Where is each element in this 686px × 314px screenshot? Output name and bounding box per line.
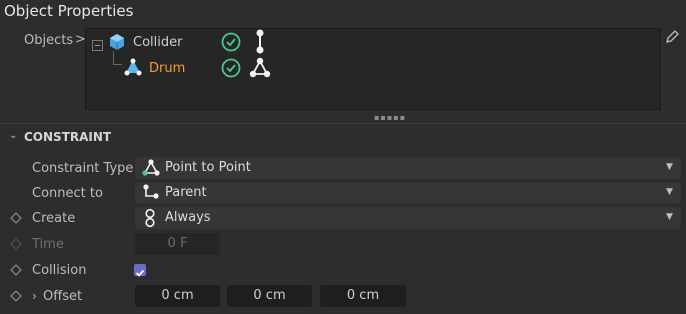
checkmark-icon — [135, 269, 145, 277]
create-value: Always — [165, 210, 211, 225]
chevron-down-icon: ▼ — [666, 187, 673, 197]
objects-label: Objects — [24, 33, 74, 48]
keyframe-diamond-icon — [10, 238, 22, 250]
point-to-point-icon — [142, 159, 160, 181]
resize-handle[interactable]: ▪▪▪▪▪ — [374, 113, 406, 122]
connector-tag-icon[interactable] — [253, 29, 267, 59]
constraint-type-value: Point to Point — [165, 160, 251, 175]
chevron-down-icon: ▼ — [666, 212, 673, 222]
time-label: Time — [32, 237, 64, 252]
keyframe-diamond-icon[interactable] — [10, 290, 22, 302]
keyframe-diamond-icon[interactable] — [10, 212, 22, 224]
connect-to-dropdown[interactable] — [135, 182, 681, 204]
infinity-loop-icon — [144, 208, 156, 232]
offset-y-field[interactable]: 0 cm — [227, 285, 312, 307]
create-dropdown[interactable] — [135, 207, 681, 229]
tree-item-collider[interactable]: Collider — [133, 35, 182, 50]
time-field: 0 F — [135, 233, 220, 255]
connect-to-label: Connect to — [32, 186, 103, 201]
section-collapse-icon[interactable]: ⌄ — [9, 130, 17, 141]
collision-label: Collision — [32, 263, 87, 278]
constraint-object-icon — [124, 58, 142, 80]
connect-to-value: Parent — [165, 185, 207, 200]
tree-connector-line — [113, 51, 122, 65]
divider — [0, 123, 686, 124]
offset-x-field[interactable]: 0 cm — [135, 285, 220, 307]
constraint-type-label: Constraint Type — [32, 161, 134, 176]
point-to-point-tag-icon[interactable] — [249, 57, 271, 83]
edit-pencil-icon[interactable] — [664, 29, 680, 49]
tree-item-drum[interactable]: Drum — [149, 61, 185, 76]
collision-checkbox[interactable] — [134, 264, 146, 277]
parent-hierarchy-icon — [142, 183, 160, 207]
enabled-check-icon[interactable] — [221, 58, 241, 82]
panel-title: Object Properties — [4, 2, 134, 20]
tree-collapse-icon[interactable] — [92, 36, 103, 55]
enabled-check-icon[interactable] — [221, 32, 241, 56]
offset-z-field[interactable]: 0 cm — [320, 285, 406, 307]
chevron-down-icon: ▼ — [666, 162, 673, 172]
offset-expand-arrow[interactable]: › — [32, 289, 37, 303]
section-title[interactable]: CONSTRAINT — [24, 130, 111, 144]
offset-label: Offset — [43, 289, 83, 304]
create-label: Create — [32, 211, 76, 226]
keyframe-diamond-icon[interactable] — [10, 264, 22, 276]
